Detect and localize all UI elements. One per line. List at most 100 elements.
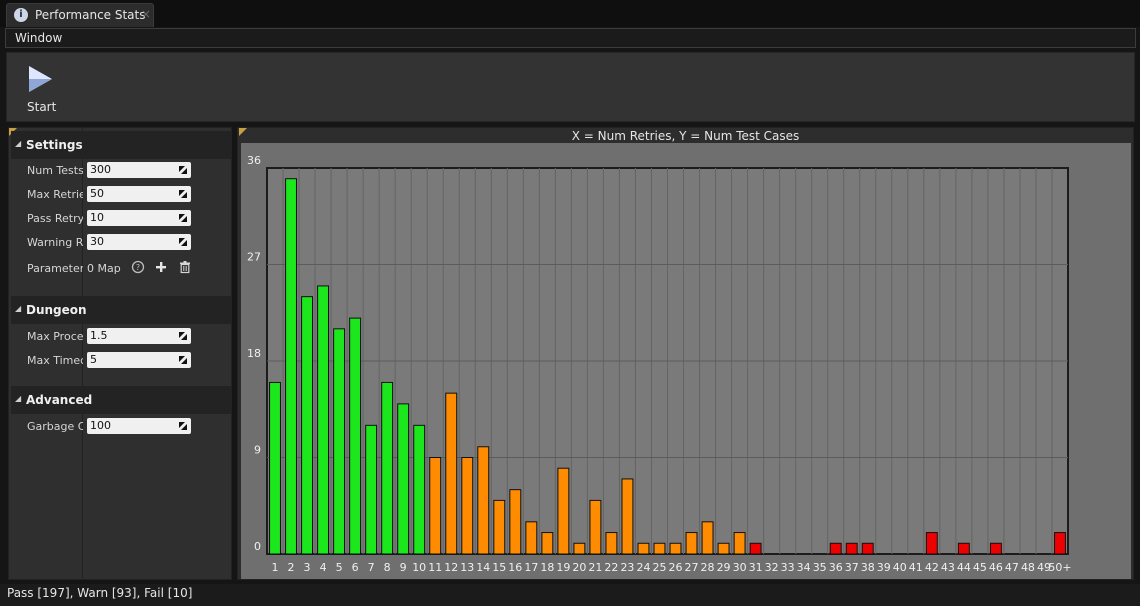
x-tick-label: 31	[749, 561, 763, 574]
bar-30	[733, 532, 746, 555]
x-tick-label: 32	[765, 561, 779, 574]
help-icon[interactable]: ?	[131, 260, 145, 274]
bar-31	[749, 542, 762, 555]
bar-7	[365, 424, 378, 555]
x-tick-label: 37	[845, 561, 859, 574]
chart-title: X = Num Retries, Y = Num Test Cases	[571, 129, 800, 143]
close-tab-icon[interactable]: ×	[141, 7, 151, 21]
tab-performance-stats[interactable]: i Performance Stats ×	[6, 3, 154, 27]
performance-stats-icon: i	[14, 8, 28, 22]
tab-title: Performance Stats	[35, 8, 146, 22]
status-summary: Pass [197], Warn [93], Fail [10]	[7, 586, 193, 600]
start-label: Start	[27, 100, 57, 114]
x-tick-label: 42	[925, 561, 939, 574]
collapse-arrow-icon: ◢	[15, 139, 22, 148]
section-title: Dungeon	[26, 303, 87, 317]
max-retries-field[interactable]: 50	[87, 186, 191, 202]
max-process-field[interactable]: 1.5	[87, 328, 191, 344]
property-label: Num Tests	[27, 164, 83, 177]
x-tick-label: 27	[685, 561, 699, 574]
x-tick-label: 17	[524, 561, 538, 574]
x-tick-label: 9	[400, 561, 407, 574]
bar-42	[925, 532, 938, 555]
y-tick-label: 0	[254, 540, 261, 553]
bar-38	[861, 542, 874, 555]
x-tick-label: 18	[540, 561, 554, 574]
x-tick-label: 26	[669, 561, 683, 574]
x-tick-label: 13	[460, 561, 474, 574]
x-tick-label: 16	[508, 561, 522, 574]
x-tick-label: 47	[1005, 561, 1019, 574]
toolbar: Start	[6, 52, 1135, 122]
property-max-process: Max Proce 1.5	[9, 325, 231, 349]
max-timeout-field[interactable]: 5	[87, 352, 191, 368]
x-tick-label: 30	[733, 561, 747, 574]
bar-26	[669, 542, 682, 555]
x-tick-label: 2	[288, 561, 295, 574]
drag-handle-icon	[179, 190, 187, 198]
bar-5	[333, 328, 346, 555]
bar-13	[461, 457, 474, 555]
property-max-retries: Max Retries 50	[9, 183, 231, 207]
bar-24	[637, 542, 650, 555]
x-tick-label: 48	[1021, 561, 1035, 574]
status-bar: Pass [197], Warn [93], Fail [10]	[0, 584, 1140, 606]
x-tick-label: 19	[556, 561, 570, 574]
property-label: Max Timec	[27, 354, 83, 367]
x-tick-label: 21	[588, 561, 602, 574]
drag-handle-icon	[179, 214, 187, 222]
x-tick-label: 3	[304, 561, 311, 574]
bar-21	[589, 499, 602, 555]
pass-retry-field[interactable]: 10	[87, 210, 191, 226]
play-icon	[29, 66, 52, 92]
section-title: Advanced	[26, 393, 93, 407]
bar-14	[477, 446, 490, 555]
property-pass-retry: Pass Retry 10	[9, 207, 231, 231]
num-tests-field[interactable]: 300	[87, 162, 191, 178]
x-tick-label: 28	[701, 561, 715, 574]
delete-icon[interactable]	[178, 260, 192, 274]
section-dungeon[interactable]: ◢ Dungeon	[11, 296, 231, 324]
bar-23	[621, 478, 634, 555]
add-icon[interactable]	[154, 260, 168, 274]
bar-22	[605, 532, 618, 555]
x-tick-label: 8	[384, 561, 391, 574]
x-tick-label: 25	[652, 561, 666, 574]
menu-window[interactable]: Window	[15, 31, 62, 45]
x-tick-label: 35	[813, 561, 827, 574]
x-tick-label: 44	[957, 561, 971, 574]
property-warning-retry: Warning Re 30	[9, 231, 231, 255]
section-advanced[interactable]: ◢ Advanced	[11, 386, 231, 414]
property-label: Warning Re	[27, 236, 83, 249]
property-label: Max Proce	[27, 330, 83, 343]
x-tick-label: 12	[444, 561, 458, 574]
bar-4	[317, 285, 330, 555]
bar-3	[301, 296, 313, 555]
drag-handle-icon	[179, 356, 187, 364]
settings-panel: ◢ Settings Num Tests 300 Max Retries 5 0 …	[8, 127, 232, 580]
x-tick-label: 29	[717, 561, 731, 574]
x-tick-label: 33	[781, 561, 795, 574]
bar-1	[269, 381, 281, 555]
warning-retry-field[interactable]: 30	[87, 234, 191, 250]
x-tick-label: 36	[829, 561, 843, 574]
property-label: Pass Retry	[27, 212, 83, 225]
bar-44	[957, 542, 970, 555]
x-tick-label: 20	[572, 561, 586, 574]
y-tick-label: 27	[247, 251, 261, 264]
section-settings[interactable]: ◢ Settings	[11, 131, 231, 159]
x-tick-label: 23	[620, 561, 634, 574]
menu-bar: Window	[5, 28, 1136, 48]
bar-11	[429, 457, 442, 555]
chart-area: 0 9 18 27 36 1 2 3 4 5 6 7 8 9 10 11 12 13 14 15 16 17 18 19 20 2…	[241, 143, 1131, 579]
garbage-collection-field[interactable]: 100	[87, 418, 191, 434]
y-tick-label: 18	[247, 347, 261, 360]
property-label: Max Retries	[27, 188, 83, 201]
x-tick-label: 46	[989, 561, 1003, 574]
bar-29	[717, 542, 730, 555]
parameter-map-count: 0 Map	[87, 262, 121, 275]
start-button[interactable]: Start	[19, 63, 63, 117]
bar-37	[845, 542, 858, 555]
x-tick-label: 34	[797, 561, 811, 574]
y-tick-label: 36	[247, 154, 261, 167]
